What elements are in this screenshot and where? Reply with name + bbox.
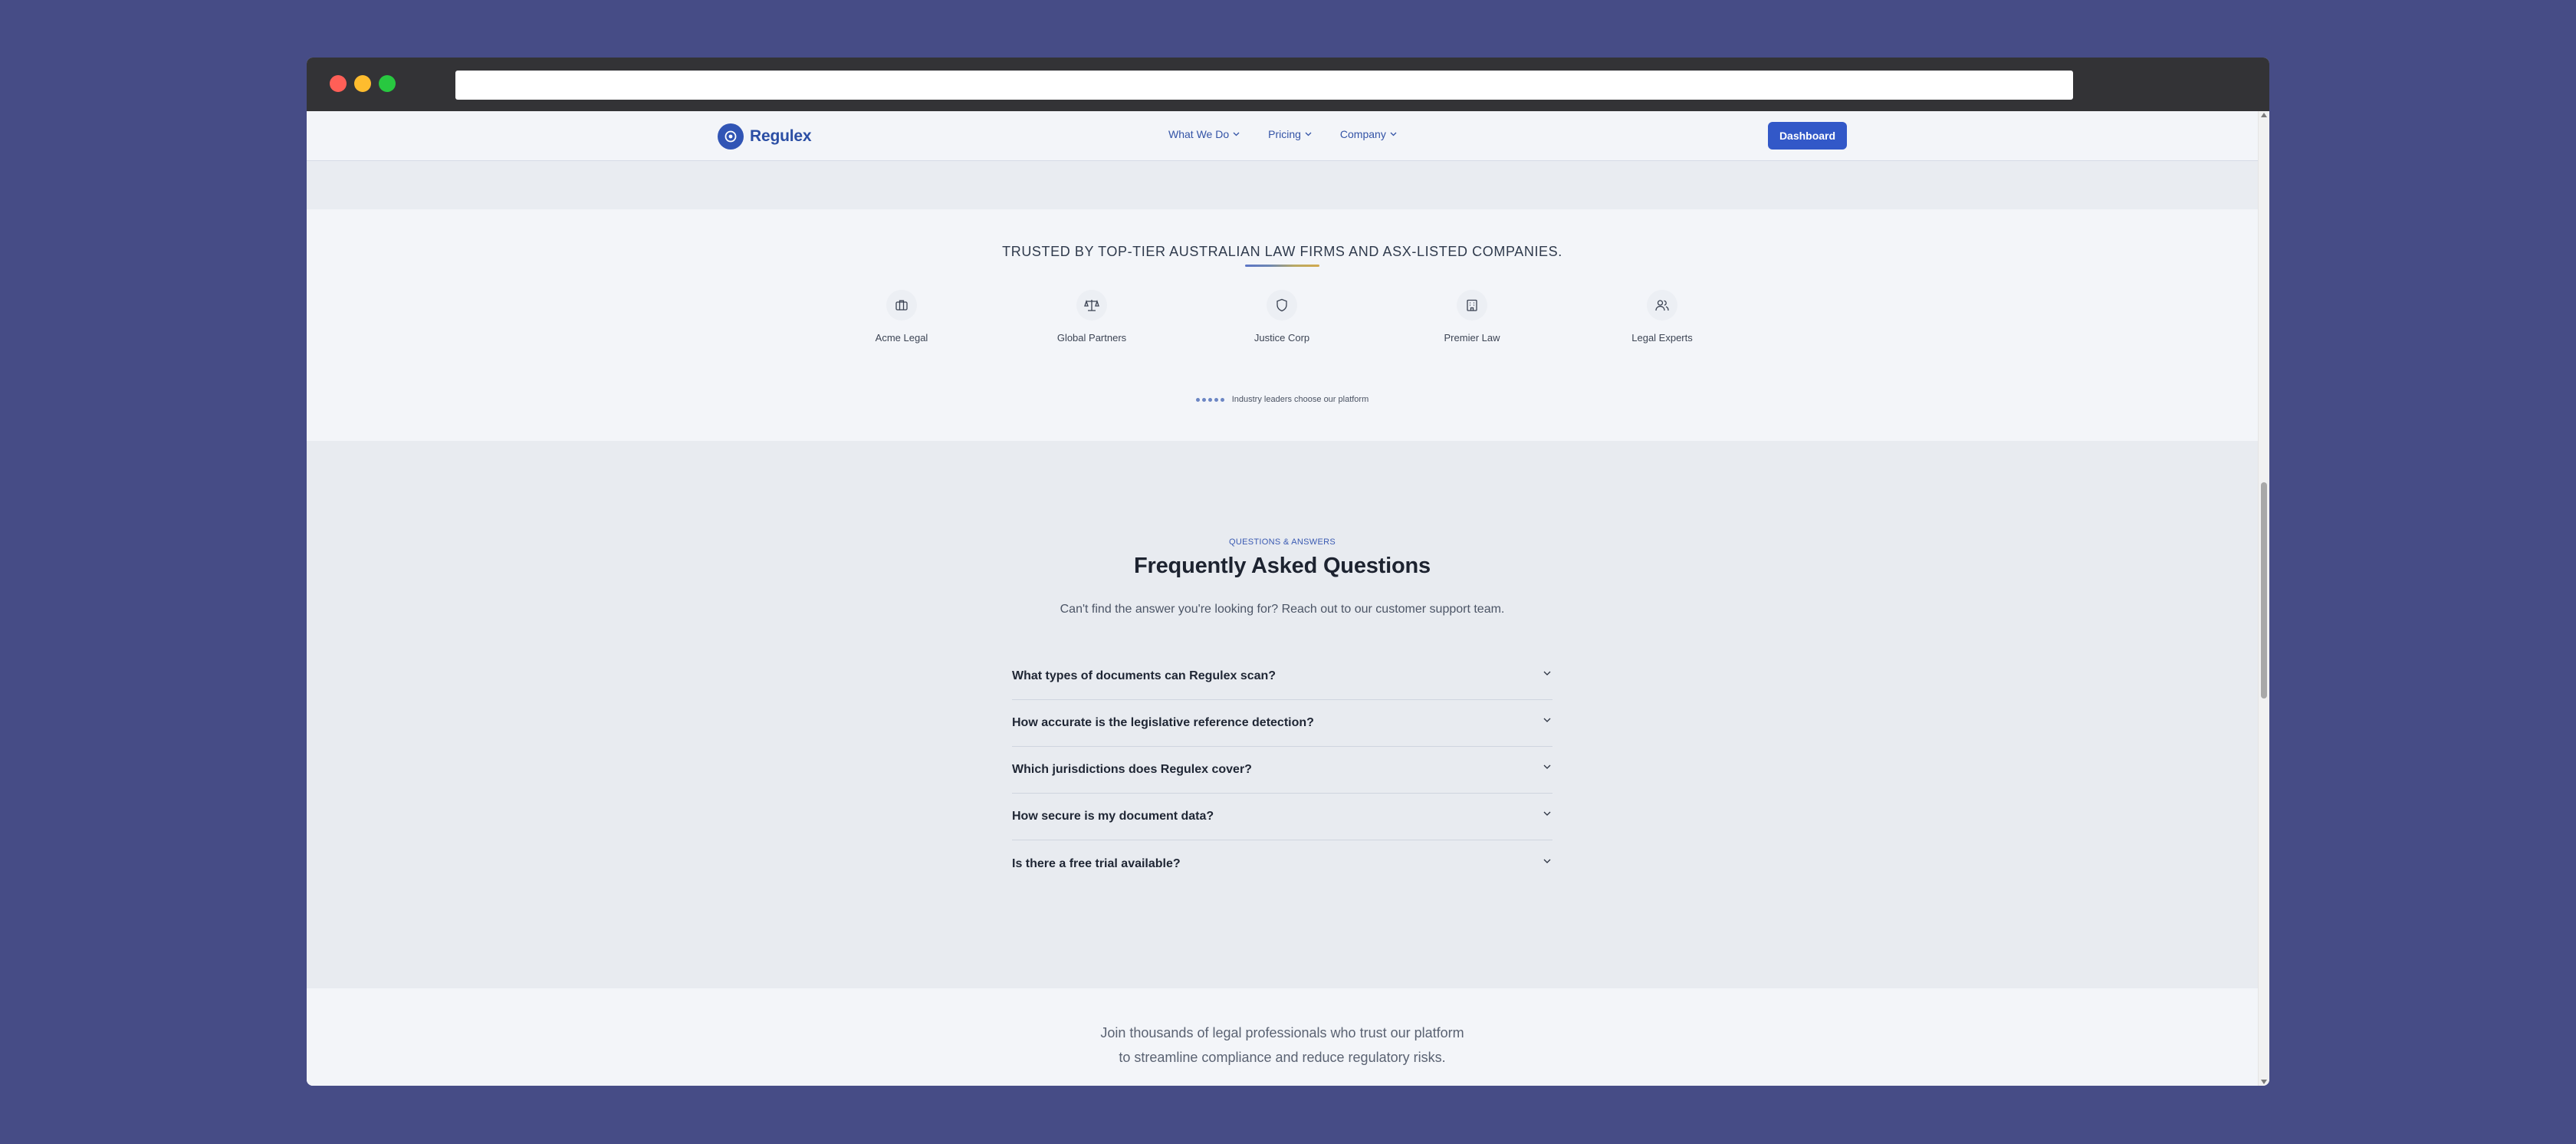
- hero-section-bottom: [307, 161, 2258, 209]
- briefcase-icon: [886, 290, 917, 321]
- join-cta-section: Join thousands of legal professionals wh…: [307, 988, 2258, 1086]
- join-text-line-2: to streamline compliance and reduce regu…: [1119, 1050, 1446, 1065]
- nav-pricing[interactable]: Pricing: [1268, 128, 1312, 140]
- scale-icon: [1076, 290, 1107, 321]
- faq-title: Frequently Asked Questions: [1134, 554, 1431, 578]
- partner-global-partners: Global Partners: [1038, 290, 1145, 344]
- primary-nav: What We Do Pricing Company: [1168, 128, 1425, 140]
- users-icon: [1647, 290, 1677, 321]
- faq-item[interactable]: How secure is my document data?: [1012, 794, 1552, 840]
- partner-acme-legal: Acme Legal: [848, 290, 955, 344]
- scroll-up-arrow-icon[interactable]: [2261, 113, 2267, 117]
- close-window-button[interactable]: [330, 75, 347, 92]
- nav-what-we-do[interactable]: What We Do: [1168, 128, 1240, 140]
- building-icon: [1457, 290, 1487, 321]
- partner-name: Justice Corp: [1254, 332, 1310, 344]
- chevron-down-icon: [1543, 859, 1551, 863]
- nav-company[interactable]: Company: [1340, 128, 1397, 140]
- chevron-down-icon: [1543, 718, 1551, 722]
- partner-legal-experts: Legal Experts: [1608, 290, 1716, 344]
- partner-name: Premier Law: [1444, 332, 1500, 344]
- chevron-down-icon: [1543, 811, 1551, 816]
- faq-question: How accurate is the legislative referenc…: [1012, 716, 1314, 729]
- brand-logo[interactable]: Regulex: [718, 123, 811, 150]
- shield-icon: [1267, 290, 1297, 321]
- chevron-down-icon: [1543, 671, 1551, 676]
- nav-link-label: Pricing: [1268, 128, 1301, 140]
- browser-window: Regulex What We Do Pricing Company Dashb…: [307, 58, 2269, 1086]
- faq-subtitle: Can't find the answer you're looking for…: [1060, 603, 1505, 616]
- scrollbar-thumb[interactable]: [2261, 482, 2267, 699]
- faq-question: Is there a free trial available?: [1012, 856, 1181, 870]
- scroll-down-arrow-icon[interactable]: [2261, 1080, 2267, 1084]
- vertical-scrollbar[interactable]: [2258, 111, 2269, 1086]
- minimize-window-button[interactable]: [354, 75, 371, 92]
- faq-question: What types of documents can Regulex scan…: [1012, 669, 1276, 682]
- faq-section: QUESTIONS & ANSWERS Frequently Asked Que…: [307, 441, 2258, 988]
- faq-item[interactable]: Is there a free trial available?: [1012, 840, 1552, 887]
- dashboard-button[interactable]: Dashboard: [1768, 122, 1847, 150]
- partner-name: Legal Experts: [1631, 332, 1693, 344]
- join-text-line-1: Join thousands of legal professionals wh…: [1100, 1025, 1464, 1040]
- faq-question: Which jurisdictions does Regulex cover?: [1012, 763, 1252, 776]
- partner-name: Acme Legal: [875, 332, 928, 344]
- faq-question: How secure is my document data?: [1012, 810, 1214, 823]
- faq-eyebrow: QUESTIONS & ANSWERS: [1229, 537, 1336, 547]
- partner-premier-law: Premier Law: [1418, 290, 1526, 344]
- industry-leaders-text: Industry leaders choose our platform: [1231, 395, 1369, 404]
- nav-link-label: Company: [1339, 128, 1386, 140]
- chevron-down-icon: [1305, 132, 1312, 136]
- brand-name: Regulex: [750, 127, 812, 145]
- industry-leaders-note: Industry leaders choose our platform: [307, 395, 2258, 404]
- faq-item[interactable]: Which jurisdictions does Regulex cover?: [1012, 747, 1552, 794]
- faq-item[interactable]: How accurate is the legislative referenc…: [1012, 700, 1552, 747]
- maximize-window-button[interactable]: [379, 75, 396, 92]
- partner-name: Global Partners: [1056, 332, 1127, 344]
- address-bar[interactable]: [455, 71, 2073, 100]
- faq-item[interactable]: What types of documents can Regulex scan…: [1012, 653, 1552, 700]
- rating-dots: [1195, 397, 1227, 402]
- trusted-by-section: TRUSTED BY TOP-TIER AUSTRALIAN LAW FIRMS…: [307, 209, 2258, 441]
- nav-link-label: What We Do: [1168, 128, 1230, 140]
- site-navbar: Regulex What We Do Pricing Company Dashb…: [307, 111, 2258, 161]
- faq-list: What types of documents can Regulex scan…: [1012, 653, 1552, 887]
- chevron-down-icon: [1543, 764, 1551, 769]
- trusted-title: TRUSTED BY TOP-TIER AUSTRALIAN LAW FIRMS…: [1002, 244, 1562, 259]
- title-underline: [1245, 265, 1319, 267]
- page-viewport: Regulex What We Do Pricing Company Dashb…: [307, 111, 2258, 1086]
- partner-justice-corp: Justice Corp: [1228, 290, 1336, 344]
- chevron-down-icon: [1390, 132, 1397, 136]
- browser-titlebar: [307, 58, 2269, 111]
- logo-icon: [718, 123, 744, 150]
- chevron-down-icon: [1233, 132, 1240, 136]
